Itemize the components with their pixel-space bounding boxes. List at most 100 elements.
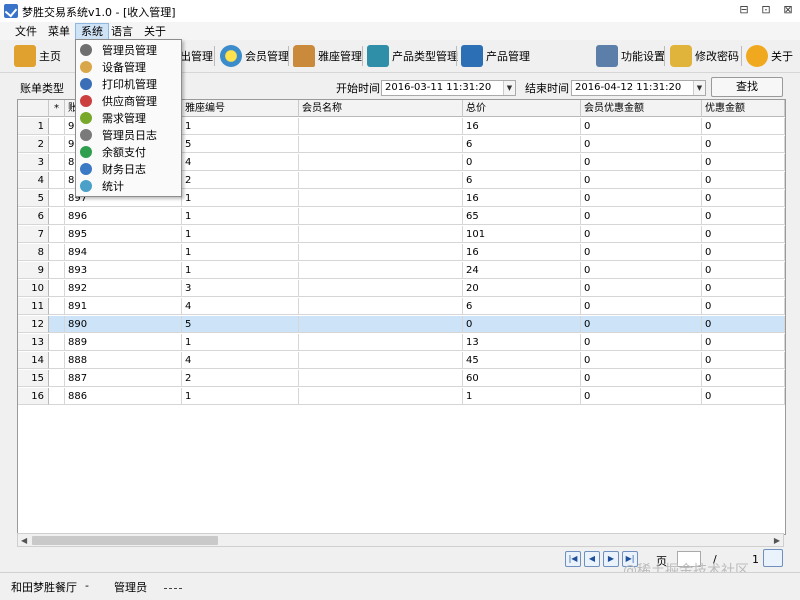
table-row[interactable]: 6 896 1 65 0 0: [18, 208, 785, 226]
column-header-member-discount[interactable]: 会员优惠金额: [581, 100, 702, 117]
cell-member[interactable]: [299, 352, 463, 369]
table-row[interactable]: 14 888 4 45 0 0: [18, 352, 785, 370]
cell-id[interactable]: 894: [65, 244, 182, 261]
system-menu-item[interactable]: 打印机管理: [76, 75, 181, 92]
cell-member[interactable]: [299, 280, 463, 297]
system-menu-item[interactable]: 供应商管理: [76, 92, 181, 109]
cell-seat[interactable]: 4: [182, 298, 299, 315]
cell-discount[interactable]: 0: [702, 280, 785, 297]
prev-page-button[interactable]: ◀: [584, 551, 600, 567]
cell-member-discount[interactable]: 0: [581, 262, 702, 279]
cell-total[interactable]: 16: [463, 244, 581, 261]
cell-member[interactable]: [299, 118, 463, 135]
row-star-cell[interactable]: [49, 334, 65, 351]
cell-total[interactable]: 60: [463, 370, 581, 387]
cell-member-discount[interactable]: 0: [581, 172, 702, 189]
search-button[interactable]: 查找: [711, 77, 783, 97]
cell-total[interactable]: 16: [463, 190, 581, 207]
cell-id[interactable]: 892: [65, 280, 182, 297]
horizontal-scrollbar[interactable]: ◀ ▶: [17, 533, 784, 547]
cell-member[interactable]: [299, 262, 463, 279]
cell-seat[interactable]: 4: [182, 352, 299, 369]
cell-id[interactable]: 891: [65, 298, 182, 315]
cell-member-discount[interactable]: 0: [581, 388, 702, 405]
column-header-seat[interactable]: 雅座编号: [182, 100, 299, 117]
table-row[interactable]: 16 886 1 1 0 0: [18, 388, 785, 406]
cell-discount[interactable]: 0: [702, 334, 785, 351]
cell-seat[interactable]: 1: [182, 208, 299, 225]
system-menu-item[interactable]: 需求管理: [76, 109, 181, 126]
row-star-cell[interactable]: [49, 316, 65, 333]
cell-member[interactable]: [299, 136, 463, 153]
cell-member-discount[interactable]: 0: [581, 298, 702, 315]
row-star-cell[interactable]: [49, 280, 65, 297]
cell-id[interactable]: 890: [65, 316, 182, 333]
product-type-button[interactable]: 产品类型管理: [367, 42, 458, 70]
cell-total[interactable]: 0: [463, 154, 581, 171]
change-password-button[interactable]: 修改密码: [670, 42, 739, 70]
menu-system[interactable]: 系统: [75, 23, 109, 40]
cell-total[interactable]: 16: [463, 118, 581, 135]
cell-member[interactable]: [299, 154, 463, 171]
row-star-cell[interactable]: [49, 244, 65, 261]
cell-discount[interactable]: 0: [702, 190, 785, 207]
cell-seat[interactable]: 1: [182, 262, 299, 279]
chevron-down-icon[interactable]: ▼: [503, 81, 515, 95]
row-star-cell[interactable]: [49, 388, 65, 405]
table-row[interactable]: 9 893 1 24 0 0: [18, 262, 785, 280]
minimize-button[interactable]: ⊟: [735, 3, 753, 17]
cell-id[interactable]: 889: [65, 334, 182, 351]
cell-discount[interactable]: 0: [702, 298, 785, 315]
row-star-cell[interactable]: [49, 352, 65, 369]
menu-file[interactable]: 文件: [10, 24, 42, 39]
start-time-picker[interactable]: 2016-03-11 11:31:20 ▼: [381, 80, 516, 96]
cell-seat[interactable]: 2: [182, 172, 299, 189]
cell-total[interactable]: 20: [463, 280, 581, 297]
cell-member-discount[interactable]: 0: [581, 136, 702, 153]
table-row[interactable]: 11 891 4 6 0 0: [18, 298, 785, 316]
cell-member-discount[interactable]: 0: [581, 280, 702, 297]
cell-seat[interactable]: 1: [182, 190, 299, 207]
row-star-cell[interactable]: [49, 118, 65, 135]
cell-discount[interactable]: 0: [702, 136, 785, 153]
cell-total[interactable]: 65: [463, 208, 581, 225]
cell-discount[interactable]: 0: [702, 370, 785, 387]
first-page-button[interactable]: |◀: [565, 551, 581, 567]
cell-seat[interactable]: 5: [182, 316, 299, 333]
cell-member[interactable]: [299, 298, 463, 315]
scroll-left-icon[interactable]: ◀: [21, 536, 27, 545]
scroll-right-icon[interactable]: ▶: [774, 536, 780, 545]
cell-total[interactable]: 6: [463, 298, 581, 315]
cell-id[interactable]: 893: [65, 262, 182, 279]
system-menu-item[interactable]: 余额支付: [76, 143, 181, 160]
cell-total[interactable]: 6: [463, 136, 581, 153]
system-menu-item[interactable]: 设备管理: [76, 58, 181, 75]
system-menu-item[interactable]: 管理员日志: [76, 126, 181, 143]
system-menu-item[interactable]: 统计: [76, 177, 181, 194]
row-star-cell[interactable]: [49, 172, 65, 189]
scroll-thumb[interactable]: [32, 536, 218, 545]
end-time-picker[interactable]: 2016-04-12 11:31:20 ▼: [571, 80, 706, 96]
menu-menu[interactable]: 菜单: [43, 24, 75, 39]
row-star-cell[interactable]: [49, 262, 65, 279]
cell-discount[interactable]: 0: [702, 262, 785, 279]
cell-id[interactable]: 896: [65, 208, 182, 225]
menu-language[interactable]: 语言: [106, 24, 138, 39]
cell-member-discount[interactable]: 0: [581, 244, 702, 261]
cell-total[interactable]: 6: [463, 172, 581, 189]
row-star-cell[interactable]: [49, 226, 65, 243]
cell-seat[interactable]: 1: [182, 226, 299, 243]
table-row[interactable]: 15 887 2 60 0 0: [18, 370, 785, 388]
chevron-down-icon[interactable]: ▼: [693, 81, 705, 95]
maximize-button[interactable]: ⊡: [757, 3, 775, 17]
close-button[interactable]: ⊠: [779, 3, 797, 17]
cell-seat[interactable]: 3: [182, 280, 299, 297]
row-star-cell[interactable]: [49, 208, 65, 225]
cell-member[interactable]: [299, 208, 463, 225]
system-menu-item[interactable]: 财务日志: [76, 160, 181, 177]
system-menu-item[interactable]: 管理员管理: [76, 41, 181, 58]
cell-member[interactable]: [299, 190, 463, 207]
table-row[interactable]: 13 889 1 13 0 0: [18, 334, 785, 352]
cell-total[interactable]: 1: [463, 388, 581, 405]
cell-seat[interactable]: 1: [182, 388, 299, 405]
